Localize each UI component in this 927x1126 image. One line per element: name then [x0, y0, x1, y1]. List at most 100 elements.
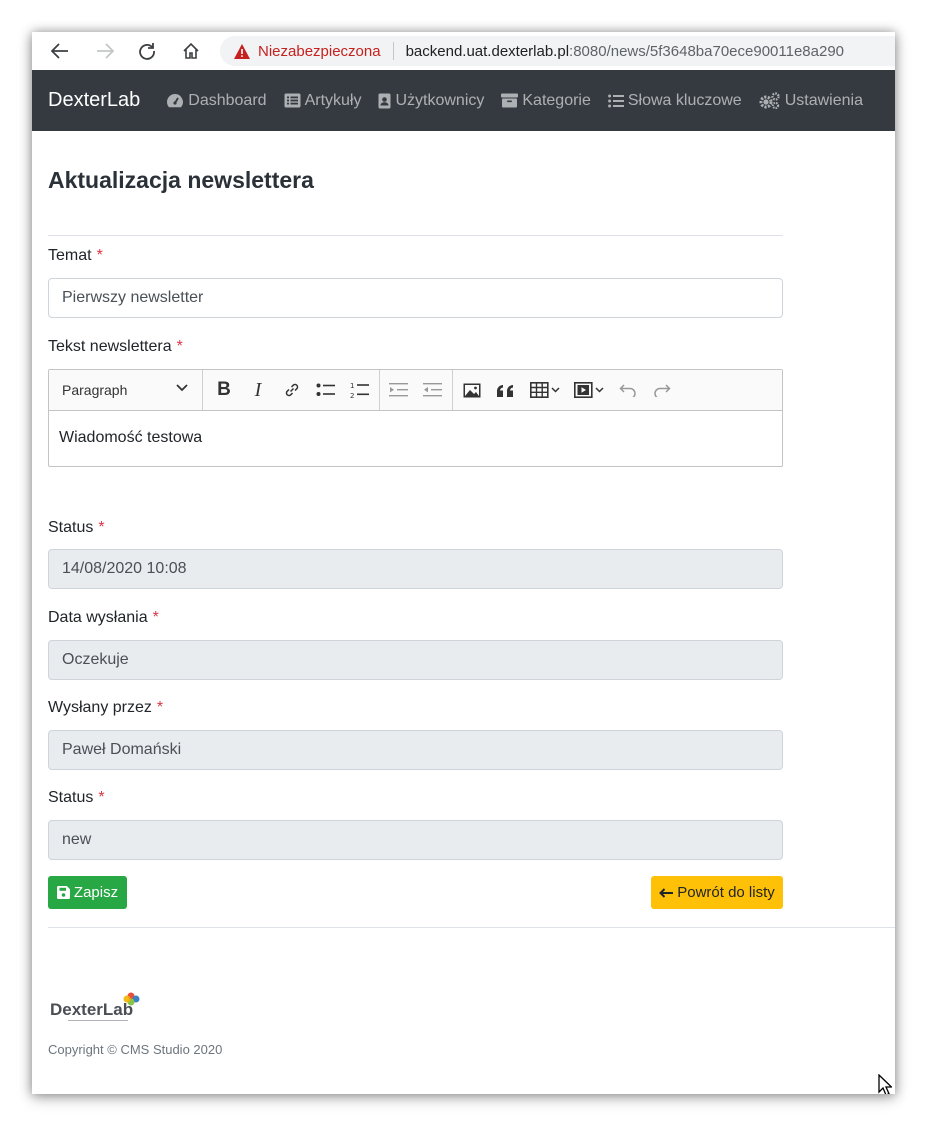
- bulleted-list-button[interactable]: [309, 370, 343, 410]
- send-date-value: Oczekuje: [62, 651, 129, 668]
- rich-text-editor: Paragraph B I 12 Wiadomość testowa: [48, 369, 783, 467]
- bold-icon: B: [217, 379, 231, 400]
- footer-divider: [48, 927, 895, 928]
- list-icon: [607, 94, 624, 107]
- required-mark: *: [176, 338, 183, 355]
- required-mark: *: [152, 609, 159, 626]
- blockquote-button[interactable]: [489, 370, 523, 410]
- divider: [48, 235, 783, 236]
- nav-label: Artykuły: [304, 91, 362, 109]
- nav-label: Dashboard: [188, 91, 267, 109]
- arrow-left-icon: [659, 887, 674, 898]
- id-badge-icon: [378, 93, 391, 108]
- required-mark: *: [98, 789, 105, 806]
- back-to-list-button[interactable]: Powrót do listy: [651, 876, 783, 909]
- address-bar[interactable]: Niezabezpieczona backend.uat.dexterlab.p…: [220, 36, 895, 66]
- bulleted-list-icon: [316, 383, 335, 396]
- status-date-field: 14/08/2020 10:08: [48, 549, 783, 589]
- warning-icon: [234, 43, 250, 59]
- numbered-list-icon: 12: [350, 382, 369, 399]
- back-button-label: Powrót do listy: [677, 884, 775, 901]
- insert-table-button[interactable]: [523, 370, 567, 410]
- undo-icon: [619, 384, 636, 397]
- browser-toolbar: Niezabezpieczona backend.uat.dexterlab.p…: [32, 32, 895, 70]
- sent-by-label: Wysłany przez *: [48, 699, 164, 716]
- svg-text:2: 2: [350, 392, 354, 399]
- copyright-text: Copyright © CMS Studio 2020: [48, 1042, 223, 1057]
- url-path: :8080/news/5f3648ba70ece90011e8a290: [569, 42, 845, 60]
- top-navbar: DexterLab Dashboard Artykuły Użytkownicy…: [32, 70, 895, 131]
- sent-by-field: Paweł Domański: [48, 730, 783, 770]
- required-mark: *: [98, 519, 105, 536]
- url-divider: [392, 42, 394, 60]
- url-host: backend.uat.dexterlab.pl: [405, 42, 570, 60]
- quote-icon: [497, 384, 513, 397]
- media-icon: [574, 382, 604, 398]
- toolbar-separator: [379, 370, 380, 410]
- table-icon: [530, 382, 560, 398]
- nav-label: Kategorie: [522, 91, 591, 109]
- nav-item-articles[interactable]: Artykuły: [284, 91, 362, 110]
- nav-item-categories[interactable]: Kategorie: [501, 92, 591, 110]
- redo-icon: [654, 384, 671, 397]
- status-date-value: 14/08/2020 10:08: [62, 560, 187, 577]
- editor-content[interactable]: Wiadomość testowa: [49, 411, 782, 465]
- status-field: new: [48, 820, 783, 860]
- mouse-cursor-icon: [878, 1074, 892, 1094]
- italic-button[interactable]: I: [241, 370, 275, 410]
- home-icon[interactable]: [180, 40, 202, 62]
- subject-label: Temat *: [48, 247, 103, 264]
- page-title: Aktualizacja newslettera: [48, 167, 314, 193]
- image-icon: [463, 383, 481, 397]
- link-button[interactable]: [275, 370, 309, 410]
- body-label: Tekst newslettera *: [48, 338, 183, 355]
- footer-logo: DexterLab: [50, 990, 140, 1029]
- paragraph-dropdown-label: Paragraph: [62, 382, 128, 398]
- nav-label: Słowa kluczowe: [627, 91, 742, 109]
- bold-button[interactable]: B: [207, 370, 241, 410]
- status-date-label: Status *: [48, 519, 105, 536]
- back-arrow-icon[interactable]: [49, 40, 71, 62]
- undo-button[interactable]: [611, 370, 645, 410]
- svg-text:1: 1: [350, 382, 354, 390]
- subject-value: Pierwszy newsletter: [62, 289, 204, 306]
- chevron-down-icon: [176, 384, 188, 392]
- subject-input[interactable]: Pierwszy newsletter: [48, 278, 783, 318]
- insert-media-button[interactable]: [567, 370, 611, 410]
- nav-item-settings[interactable]: Ustawienia: [759, 92, 863, 110]
- sent-by-value: Paweł Domański: [62, 741, 182, 758]
- browser-window: Niezabezpieczona backend.uat.dexterlab.p…: [32, 32, 895, 1094]
- nav-label: Ustawienia: [784, 91, 863, 109]
- status-value: new: [62, 831, 92, 848]
- required-mark: *: [156, 699, 164, 716]
- nav-item-dashboard[interactable]: Dashboard: [166, 91, 267, 110]
- save-button[interactable]: Zapisz: [48, 876, 127, 909]
- required-mark: *: [96, 247, 103, 264]
- cogs-icon: [759, 92, 780, 109]
- link-icon: [285, 383, 299, 397]
- numbered-list-button[interactable]: 12: [343, 370, 377, 410]
- svg-text:DexterLab: DexterLab: [50, 1000, 133, 1019]
- outdent-button[interactable]: [416, 370, 450, 410]
- indent-button[interactable]: [382, 370, 416, 410]
- nav-item-keywords[interactable]: Słowa kluczowe: [607, 91, 742, 110]
- send-date-field: Oczekuje: [48, 640, 783, 680]
- insert-image-button[interactable]: [455, 370, 489, 410]
- archive-icon: [501, 93, 519, 108]
- save-button-label: Zapisz: [73, 884, 119, 901]
- outdent-icon: [423, 383, 442, 397]
- reload-icon[interactable]: [136, 40, 158, 62]
- redo-button[interactable]: [645, 370, 679, 410]
- brand-link[interactable]: DexterLab: [48, 89, 140, 112]
- toolbar-separator: [452, 370, 453, 410]
- status-label: Status *: [48, 789, 105, 806]
- forward-arrow-icon[interactable]: [94, 40, 116, 62]
- send-date-label: Data wysłania *: [48, 609, 159, 626]
- save-icon: [56, 886, 70, 899]
- security-label[interactable]: Niezabezpieczona: [258, 43, 381, 60]
- nav-label: Użytkownicy: [395, 91, 485, 109]
- paragraph-dropdown[interactable]: Paragraph: [49, 370, 203, 410]
- indent-icon: [389, 383, 408, 397]
- nav-item-users[interactable]: Użytkownicy: [378, 92, 484, 110]
- italic-icon: I: [254, 378, 262, 401]
